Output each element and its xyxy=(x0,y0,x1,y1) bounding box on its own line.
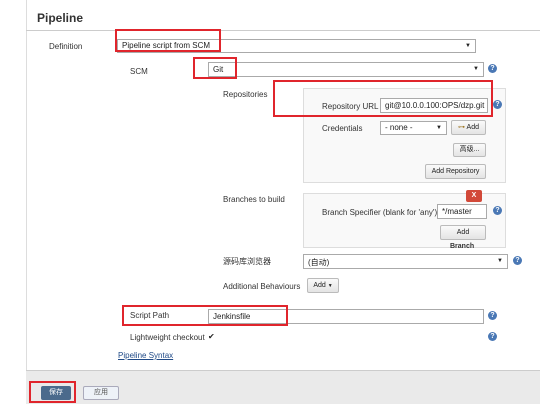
definition-label: Definition xyxy=(49,42,83,51)
apply-button[interactable]: 应用 xyxy=(83,386,119,400)
highlight-scm xyxy=(193,57,237,79)
lightweight-checkout-checkbox[interactable]: ✔ xyxy=(208,332,215,341)
branch-specifier-help-icon[interactable]: ? xyxy=(493,206,502,215)
credentials-add-button[interactable]: ⊶ Add xyxy=(451,120,486,135)
add-branch-caption: Branch xyxy=(450,243,475,250)
credentials-add-label: Add xyxy=(466,124,480,131)
chevron-down-icon: ▼ xyxy=(436,125,442,131)
highlight-definition xyxy=(115,29,221,52)
script-path-help-icon[interactable]: ? xyxy=(488,311,497,320)
credentials-select[interactable]: - none - ▼ xyxy=(380,121,447,135)
add-behaviour-label: Add xyxy=(313,282,326,289)
lightweight-help-icon[interactable]: ? xyxy=(488,332,497,341)
key-icon: ⊶ xyxy=(457,124,465,131)
chevron-down-icon: ▼ xyxy=(327,283,333,289)
remove-branch-button[interactable]: X xyxy=(466,190,482,202)
repo-browser-value: (自动) xyxy=(308,258,330,267)
repositories-label: Repositories xyxy=(223,90,268,99)
repo-browser-select[interactable]: (自动) ▼ xyxy=(303,254,508,269)
repository-url-help-icon[interactable]: ? xyxy=(493,100,502,109)
chevron-down-icon: ▼ xyxy=(497,258,503,264)
section-title: Pipeline xyxy=(37,11,84,25)
add-repository-button[interactable]: Add Repository xyxy=(425,164,486,179)
behaviours-label: Additional Behaviours xyxy=(223,282,301,291)
branches-label: Branches to build xyxy=(223,195,285,204)
pipeline-syntax-link[interactable]: Pipeline Syntax xyxy=(118,351,173,360)
scm-label: SCM xyxy=(130,67,148,76)
add-branch-button[interactable]: Add xyxy=(440,225,486,240)
scm-help-icon[interactable]: ? xyxy=(488,64,497,73)
branch-specifier-input[interactable]: */master xyxy=(437,204,487,219)
lightweight-checkout-label: Lightweight checkout xyxy=(130,333,205,342)
highlight-save xyxy=(29,381,76,403)
credentials-label: Credentials xyxy=(322,124,363,133)
repo-browser-help-icon[interactable]: ? xyxy=(513,256,522,265)
add-behaviour-button[interactable]: Add ▼ xyxy=(307,278,339,293)
chevron-down-icon: ▼ xyxy=(473,66,479,72)
scm-select[interactable]: Git ▼ xyxy=(208,62,484,77)
left-border xyxy=(26,0,27,403)
repo-browser-label: 源码库浏览器 xyxy=(223,257,271,266)
highlight-repository-url xyxy=(273,80,493,117)
advanced-button[interactable]: 高级... xyxy=(453,143,486,157)
credentials-value: - none - xyxy=(385,123,413,132)
chevron-down-icon: ▼ xyxy=(465,43,471,49)
section-divider xyxy=(26,30,540,31)
branch-specifier-label: Branch Specifier (blank for 'any') xyxy=(322,208,438,217)
highlight-script-path xyxy=(122,305,288,326)
